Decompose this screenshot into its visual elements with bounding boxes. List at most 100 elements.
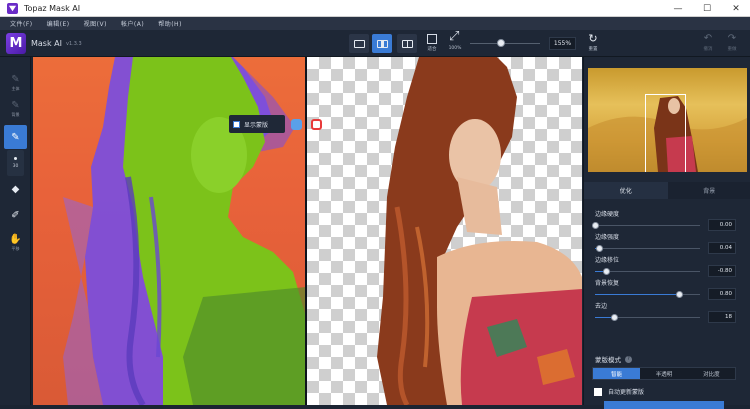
mode-smart[interactable]: 智能 [593,368,640,379]
mask-color-blue-button[interactable] [287,115,305,133]
side-by-side-view-button[interactable] [397,34,417,53]
app-logo-icon [7,3,18,14]
defringe-slider[interactable] [595,317,700,318]
brush-size-control[interactable]: 30 [7,150,24,176]
fit-label: 适合 [428,46,437,52]
mode-contrast[interactable]: 对比度 [688,368,735,379]
keep-icon: ✎ [11,74,19,85]
single-view-icon [354,40,365,48]
pan-tool[interactable]: ✋ 平移 [4,231,27,255]
help-icon[interactable]: ? [625,356,632,363]
brush-size-value: 30 [13,164,19,169]
edge-hardness-value[interactable]: 0.00 [708,219,736,231]
fill-tool[interactable]: ◆ [4,177,27,201]
eyedropper-icon: ✐ [11,210,19,221]
canvas-area[interactable]: 显示蒙版 [31,57,582,405]
zoom-100-button[interactable]: 100% [444,33,466,55]
mask-color-red-button[interactable] [307,115,325,133]
edge-strength-label: 边缘强度 [595,232,619,241]
edge-shift-value[interactable]: -0.80 [708,265,736,277]
cut-tool[interactable]: ✎ 背景 [4,97,27,121]
keep-label: 主体 [12,86,20,92]
undo-icon: ↶ [704,33,712,44]
edge-shift-slider-thumb[interactable] [603,268,610,275]
cut-label: 背景 [12,112,20,118]
minimize-button[interactable]: — [664,0,692,17]
edge-hardness-label: 边缘硬度 [595,209,619,218]
brand-version: v1.3.3 [66,41,82,47]
undo-label: 撤消 [704,46,713,52]
hand-icon: ✋ [9,234,21,245]
paint-bucket-icon: ◆ [12,184,20,195]
edge-strength-slider[interactable] [595,248,700,249]
redo-label: 重做 [728,46,737,52]
panel-tabs: 优化 背景 [584,182,750,199]
background-recovery-value[interactable]: 0.80 [708,288,736,300]
split-view-button[interactable] [372,34,392,53]
background-recovery-slider-fill [595,294,679,295]
auto-update-label: 自动更新蒙版 [608,387,644,396]
navigator-viewport-frame[interactable] [645,94,686,172]
brand-name: Mask AI [31,39,62,48]
redo-button[interactable]: ↷ 重做 [723,33,741,55]
blue-swatch-icon [291,119,302,130]
cutout-preview-image [307,57,582,405]
auto-update-row[interactable]: 自动更新蒙版 [594,387,644,396]
mask-mode-label: 蒙版模式 [595,354,621,364]
mask-view-pane[interactable]: 显示蒙版 [33,57,306,405]
preview-pane[interactable] [307,57,582,405]
menu-edit[interactable]: 编辑(E) [47,19,70,28]
edge-strength-value[interactable]: 0.04 [708,242,736,254]
picker-tool[interactable]: ✐ [4,203,27,227]
menu-view[interactable]: 视图(V) [84,19,107,28]
brush-size-dot [14,157,17,160]
tool-strip: ✎ 主体 ✎ 背景 ✎ 30 ◆ ✐ ✋ 平移 [0,57,31,405]
single-view-button[interactable] [349,34,369,53]
redo-icon: ↷ [728,33,736,44]
mask-overlay-image [33,57,306,405]
side-by-side-icon [402,40,413,48]
maximize-button[interactable]: ☐ [693,0,721,17]
navigator-thumbnail[interactable] [588,68,747,172]
menu-bar: 文件(F) 编辑(E) 视图(V) 帐户(A) 帮助(H) [0,17,750,30]
edge-hardness-slider[interactable] [595,225,700,226]
zoom-slider-track[interactable] [470,43,540,44]
compute-button[interactable] [604,401,724,409]
tab-background[interactable]: 背景 [668,182,750,199]
close-button[interactable]: ✕ [722,0,750,17]
reset-label: 重置 [589,46,598,52]
title-bar: Topaz Mask AI — ☐ ✕ [0,0,750,17]
zoom-value[interactable]: 155% [549,37,576,50]
zoom-slider-thumb[interactable] [497,39,505,47]
auto-update-checkbox[interactable] [594,388,602,396]
edge-shift-slider[interactable] [595,271,700,272]
menu-help[interactable]: 帮助(H) [158,19,182,28]
undo-button[interactable]: ↶ 撤消 [699,33,717,55]
background-recovery-slider-thumb[interactable] [676,291,683,298]
reset-icon: ↻ [588,33,597,44]
keep-tool[interactable]: ✎ 主体 [4,71,27,95]
brush-tool[interactable]: ✎ [4,125,27,149]
zoom-100-label: 100% [449,46,462,51]
show-mask-checkbox[interactable] [233,121,240,128]
menu-account[interactable]: 帐户(A) [121,19,144,28]
window-title: Topaz Mask AI [24,4,80,13]
mode-translucent[interactable]: 半透明 [640,368,687,379]
brush-icon: ✎ [11,132,19,143]
tab-refine[interactable]: 优化 [584,182,668,199]
edge-strength-slider-thumb[interactable] [596,245,603,252]
background-recovery-slider[interactable] [595,294,700,295]
mask-mode-selector: 智能 半透明 对比度 [592,367,736,380]
menu-file[interactable]: 文件(F) [10,19,33,28]
edge-hardness-slider-thumb[interactable] [592,222,599,229]
show-mask-toggle[interactable]: 显示蒙版 [229,115,285,133]
red-swatch-icon [311,119,322,130]
background-recovery-label: 背景恢复 [595,278,619,287]
reset-button[interactable]: ↻ 重置 [583,33,603,55]
pan-label: 平移 [12,246,20,252]
edge-shift-label: 边缘移位 [595,255,619,264]
fit-button[interactable]: 适合 [421,33,443,55]
defringe-value[interactable]: 18 [708,311,736,323]
fit-icon [427,34,437,44]
defringe-slider-thumb[interactable] [611,314,618,321]
